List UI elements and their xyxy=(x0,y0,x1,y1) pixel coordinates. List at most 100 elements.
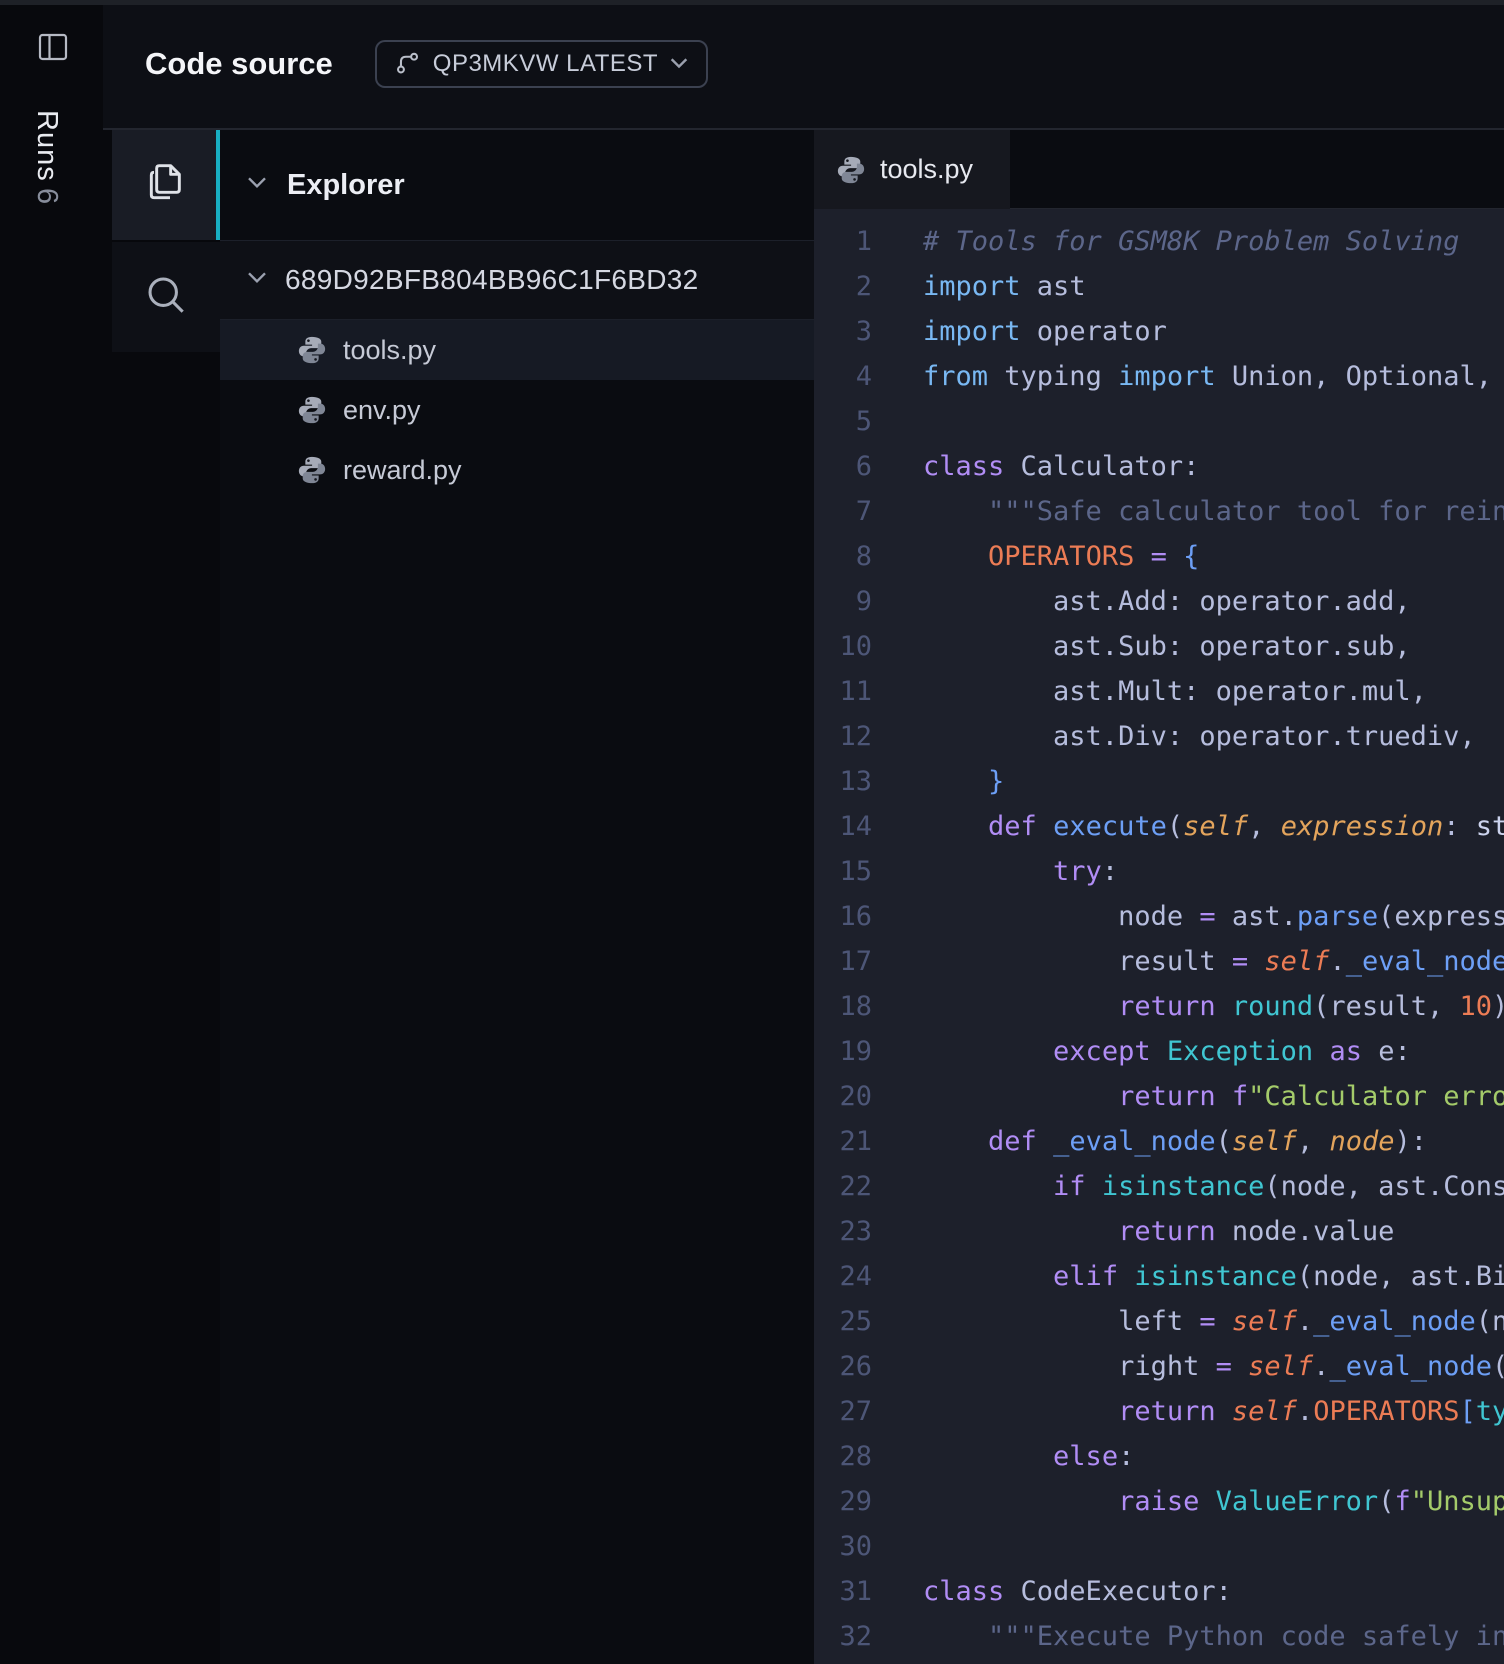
python-icon xyxy=(297,455,327,485)
explorer-title: Explorer xyxy=(287,169,405,202)
code-line: 27 return self.OPERATORS[ty xyxy=(814,1389,1504,1434)
tab-tools-py[interactable]: tools.py xyxy=(814,130,1010,209)
line-content: """Safe calculator tool for rein xyxy=(872,496,1504,527)
runs-nav-label[interactable]: Runs 6 xyxy=(30,110,63,205)
code-line: 20 return f"Calculator erro xyxy=(814,1074,1504,1119)
line-number: 21 xyxy=(814,1119,872,1164)
line-content: except Exception as e: xyxy=(872,1036,1411,1067)
file-row-env.py[interactable]: env.py xyxy=(220,380,814,440)
version-selector-label: QP3MKVW LATEST xyxy=(433,50,658,78)
line-content: ast.Mult: operator.mul, xyxy=(872,676,1427,707)
folder-name: 689D92BFB804BB96C1F6BD32 xyxy=(285,264,698,296)
activity-search-button[interactable] xyxy=(112,240,220,352)
line-content: class CodeExecutor: xyxy=(872,1576,1232,1607)
line-content: ast.Div: operator.truediv, xyxy=(872,721,1476,752)
workspace: Explorer 689D92BFB804BB96C1F6BD32 tools.… xyxy=(103,130,1504,1664)
line-content: OPERATORS = { xyxy=(872,541,1199,572)
code-line: 25 left = self._eval_node(n xyxy=(814,1299,1504,1344)
line-number: 18 xyxy=(814,984,872,1029)
code-line: 7 """Safe calculator tool for rein xyxy=(814,489,1504,534)
file-name: tools.py xyxy=(343,335,436,366)
line-content: } xyxy=(872,766,1004,797)
line-number: 7 xyxy=(814,489,872,534)
page-header: Code source QP3MKVW LATEST xyxy=(103,0,1504,130)
code-line: 14 def execute(self, expression: st xyxy=(814,804,1504,849)
line-content: if isinstance(node, ast.Cons xyxy=(872,1171,1504,1202)
activity-bar xyxy=(103,130,220,1664)
code-line: 28 else: xyxy=(814,1434,1504,1479)
code-line: 6class Calculator: xyxy=(814,444,1504,489)
chevron-down-icon xyxy=(247,271,267,289)
tab-label: tools.py xyxy=(880,154,973,185)
line-content: else: xyxy=(872,1441,1134,1472)
line-content: return round(result, 10) xyxy=(872,991,1504,1022)
line-content: return node.value xyxy=(872,1216,1394,1247)
chevron-down-icon xyxy=(247,176,267,194)
line-content xyxy=(872,406,923,437)
activity-files-button[interactable] xyxy=(112,130,220,240)
page-title: Code source xyxy=(145,46,333,82)
line-content: import ast xyxy=(872,271,1086,302)
line-number: 9 xyxy=(814,579,872,624)
code-line: 21 def _eval_node(self, node): xyxy=(814,1119,1504,1164)
explorer-header[interactable]: Explorer xyxy=(220,130,814,240)
line-content: left = self._eval_node(n xyxy=(872,1306,1504,1337)
code-line: 18 return round(result, 10) xyxy=(814,984,1504,1029)
line-number: 22 xyxy=(814,1164,872,1209)
line-content: return self.OPERATORS[ty xyxy=(872,1396,1504,1427)
line-number: 29 xyxy=(814,1479,872,1524)
chevron-down-icon xyxy=(670,57,688,72)
line-number: 31 xyxy=(814,1569,872,1614)
explorer-panel: Explorer 689D92BFB804BB96C1F6BD32 tools.… xyxy=(220,130,814,1664)
code-line: 9 ast.Add: operator.add, xyxy=(814,579,1504,624)
code-line: 17 result = self._eval_node xyxy=(814,939,1504,984)
line-number: 26 xyxy=(814,1344,872,1389)
version-branch-icon xyxy=(395,50,421,79)
toggle-sidebar-icon[interactable] xyxy=(37,31,69,68)
file-name: env.py xyxy=(343,395,421,426)
line-number: 32 xyxy=(814,1614,872,1659)
file-row-reward.py[interactable]: reward.py xyxy=(220,440,814,500)
version-selector[interactable]: QP3MKVW LATEST xyxy=(375,40,708,88)
line-number: 8 xyxy=(814,534,872,579)
code-editor[interactable]: 1# Tools for GSM8K Problem Solving2impor… xyxy=(814,209,1504,1664)
active-accent-bar xyxy=(216,130,220,240)
code-line: 5 xyxy=(814,399,1504,444)
code-line: 29 raise ValueError(f"Unsup xyxy=(814,1479,1504,1524)
code-line: 3import operator xyxy=(814,309,1504,354)
window-top-edge xyxy=(0,0,1504,5)
left-rail: Runs 6 xyxy=(0,0,103,1664)
code-line: 26 right = self._eval_node( xyxy=(814,1344,1504,1389)
line-number: 19 xyxy=(814,1029,872,1074)
line-number: 13 xyxy=(814,759,872,804)
line-content: try: xyxy=(872,856,1118,887)
code-line: 4from typing import Union, Optional, xyxy=(814,354,1504,399)
code-line: 8 OPERATORS = { xyxy=(814,534,1504,579)
line-content: raise ValueError(f"Unsup xyxy=(872,1486,1504,1517)
line-number: 12 xyxy=(814,714,872,759)
line-number: 14 xyxy=(814,804,872,849)
code-line: 19 except Exception as e: xyxy=(814,1029,1504,1074)
files-icon xyxy=(142,159,190,212)
file-list: tools.py env.py reward.py xyxy=(220,320,814,500)
line-content xyxy=(872,1531,923,1562)
python-icon xyxy=(836,155,866,185)
code-line: 11 ast.Mult: operator.mul, xyxy=(814,669,1504,714)
line-content: import operator xyxy=(872,316,1167,347)
line-number: 20 xyxy=(814,1074,872,1119)
line-number: 10 xyxy=(814,624,872,669)
code-line: 30 xyxy=(814,1524,1504,1569)
line-number: 2 xyxy=(814,264,872,309)
line-content: node = ast.parse(express xyxy=(872,901,1504,932)
line-number: 5 xyxy=(814,399,872,444)
line-content: class Calculator: xyxy=(872,451,1199,482)
line-number: 1 xyxy=(814,219,872,264)
file-row-tools.py[interactable]: tools.py xyxy=(220,320,814,380)
folder-row[interactable]: 689D92BFB804BB96C1F6BD32 xyxy=(220,240,814,320)
code-line: 23 return node.value xyxy=(814,1209,1504,1254)
runs-count-badge: 6 xyxy=(30,188,63,205)
runs-label: Runs xyxy=(31,110,63,182)
search-icon xyxy=(141,270,191,325)
editor: tools.py 1# Tools for GSM8K Problem Solv… xyxy=(814,130,1504,1664)
code-line: 1# Tools for GSM8K Problem Solving xyxy=(814,219,1504,264)
